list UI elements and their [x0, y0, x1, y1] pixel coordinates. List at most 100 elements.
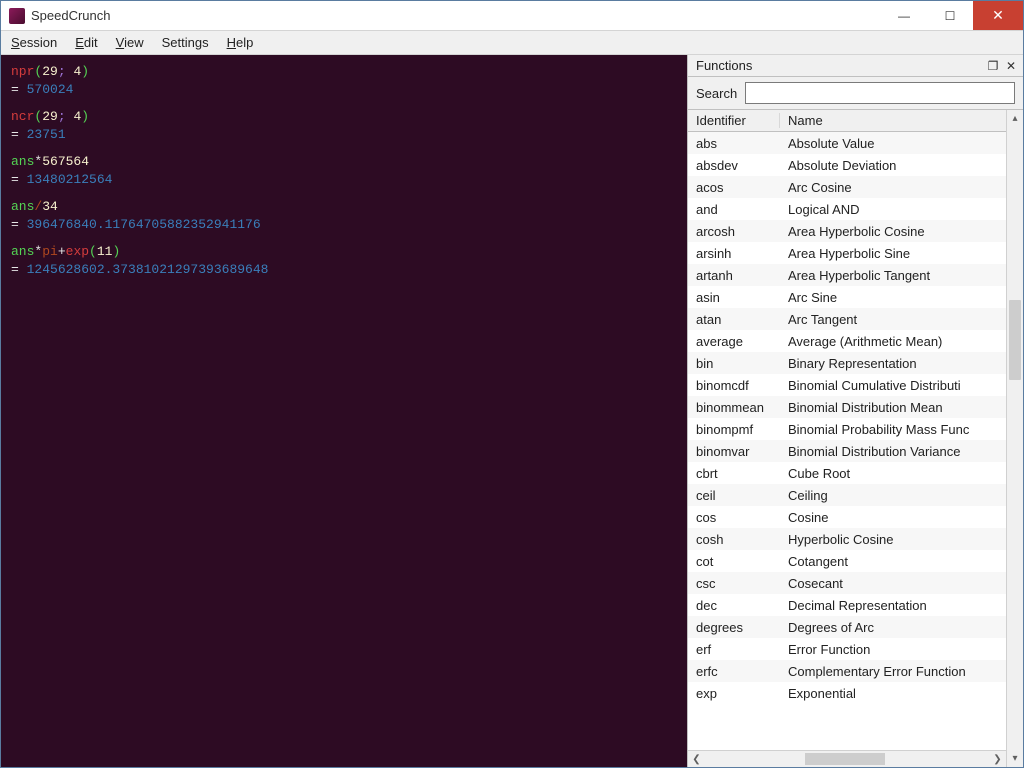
cell-identifier: cbrt: [688, 466, 780, 481]
cell-name: Cosine: [780, 510, 1006, 525]
panel-close-icon[interactable]: ✕: [1003, 59, 1019, 73]
result-line: = 23751: [11, 126, 677, 144]
col-name[interactable]: Name: [780, 113, 1006, 128]
functions-table: Identifier Name absAbsolute ValueabsdevA…: [688, 110, 1006, 767]
table-row[interactable]: cotCotangent: [688, 550, 1006, 572]
console-entry: ans*pi+exp(11)= 1245628602.3738102129739…: [11, 243, 677, 278]
cell-identifier: absdev: [688, 158, 780, 173]
cell-name: Binomial Distribution Variance: [780, 444, 1006, 459]
equals-sign: =: [11, 262, 27, 277]
functions-panel: Functions ❐ ✕ Search Identifier Name abs…: [687, 55, 1023, 767]
scroll-up-icon[interactable]: ▴: [1007, 110, 1023, 127]
table-row[interactable]: decDecimal Representation: [688, 594, 1006, 616]
menubar: Session Edit View Settings Help: [1, 31, 1023, 55]
menu-edit[interactable]: Edit: [75, 35, 97, 50]
table-wrap: Identifier Name absAbsolute ValueabsdevA…: [688, 109, 1023, 767]
table-row[interactable]: asinArc Sine: [688, 286, 1006, 308]
token-paren: ): [112, 244, 120, 259]
console[interactable]: npr(29; 4)= 570024ncr(29; 4)= 23751ans*5…: [1, 55, 687, 767]
table-row[interactable]: coshHyperbolic Cosine: [688, 528, 1006, 550]
table-row[interactable]: atanArc Tangent: [688, 308, 1006, 330]
table-row[interactable]: artanhArea Hyperbolic Tangent: [688, 264, 1006, 286]
undock-icon[interactable]: ❐: [985, 59, 1001, 73]
scroll-right-icon[interactable]: ❯: [989, 754, 1006, 765]
search-row: Search: [688, 77, 1023, 109]
table-row[interactable]: binomcdfBinomial Cumulative Distributi: [688, 374, 1006, 396]
token-num: 567564: [42, 154, 89, 169]
scroll-left-icon[interactable]: ❮: [688, 754, 705, 765]
vertical-scrollbar[interactable]: ▴ ▾: [1006, 110, 1023, 767]
token-ans: ans: [11, 199, 34, 214]
scroll-down-icon[interactable]: ▾: [1007, 750, 1023, 767]
token-fn: npr: [11, 64, 34, 79]
cell-name: Cotangent: [780, 554, 1006, 569]
cell-name: Binomial Distribution Mean: [780, 400, 1006, 415]
table-row[interactable]: cosCosine: [688, 506, 1006, 528]
token-sep: ;: [58, 64, 74, 79]
result-value: 13480212564: [27, 172, 113, 187]
table-row[interactable]: binommeanBinomial Distribution Mean: [688, 396, 1006, 418]
table-row[interactable]: ceilCeiling: [688, 484, 1006, 506]
menu-help[interactable]: Help: [227, 35, 254, 50]
table-row[interactable]: arcoshArea Hyperbolic Cosine: [688, 220, 1006, 242]
console-entry: ans*567564= 13480212564: [11, 153, 677, 188]
cell-identifier: erfc: [688, 664, 780, 679]
maximize-button[interactable]: ☐: [927, 1, 973, 30]
main-area: npr(29; 4)= 570024ncr(29; 4)= 23751ans*5…: [1, 55, 1023, 767]
table-row[interactable]: absdevAbsolute Deviation: [688, 154, 1006, 176]
minimize-button[interactable]: —: [881, 1, 927, 30]
window-title: SpeedCrunch: [31, 8, 881, 23]
search-input[interactable]: [745, 82, 1015, 104]
table-row[interactable]: absAbsolute Value: [688, 132, 1006, 154]
table-row[interactable]: binomvarBinomial Distribution Variance: [688, 440, 1006, 462]
cell-name: Degrees of Arc: [780, 620, 1006, 635]
cell-name: Area Hyperbolic Tangent: [780, 268, 1006, 283]
cell-identifier: cot: [688, 554, 780, 569]
cell-identifier: exp: [688, 686, 780, 701]
equals-sign: =: [11, 82, 27, 97]
table-row[interactable]: andLogical AND: [688, 198, 1006, 220]
console-entry: ncr(29; 4)= 23751: [11, 108, 677, 143]
table-row[interactable]: arsinhArea Hyperbolic Sine: [688, 242, 1006, 264]
table-row[interactable]: averageAverage (Arithmetic Mean): [688, 330, 1006, 352]
table-row[interactable]: binompmfBinomial Probability Mass Func: [688, 418, 1006, 440]
cell-name: Absolute Deviation: [780, 158, 1006, 173]
close-button[interactable]: ✕: [973, 1, 1023, 30]
cell-name: Error Function: [780, 642, 1006, 657]
cell-name: Area Hyperbolic Sine: [780, 246, 1006, 261]
cell-name: Area Hyperbolic Cosine: [780, 224, 1006, 239]
search-label: Search: [696, 86, 737, 101]
menu-settings[interactable]: Settings: [162, 35, 209, 50]
cell-name: Binomial Probability Mass Func: [780, 422, 1006, 437]
table-row[interactable]: erfError Function: [688, 638, 1006, 660]
cell-identifier: acos: [688, 180, 780, 195]
token-const: pi: [42, 244, 58, 259]
horizontal-scrollbar[interactable]: ❮ ❯: [688, 750, 1006, 767]
table-row[interactable]: erfcComplementary Error Function: [688, 660, 1006, 682]
col-identifier[interactable]: Identifier: [688, 113, 780, 128]
table-row[interactable]: binBinary Representation: [688, 352, 1006, 374]
cell-name: Complementary Error Function: [780, 664, 1006, 679]
cell-identifier: binomvar: [688, 444, 780, 459]
menu-session[interactable]: Session: [11, 35, 57, 50]
table-row[interactable]: cscCosecant: [688, 572, 1006, 594]
result-value: 23751: [27, 127, 66, 142]
hscroll-track[interactable]: [705, 751, 989, 767]
cell-identifier: dec: [688, 598, 780, 613]
menu-view[interactable]: View: [116, 35, 144, 50]
cell-name: Binomial Cumulative Distributi: [780, 378, 1006, 393]
vscroll-thumb[interactable]: [1009, 300, 1021, 380]
result-value: 570024: [27, 82, 74, 97]
table-row[interactable]: degreesDegrees of Arc: [688, 616, 1006, 638]
table-row[interactable]: expExponential: [688, 682, 1006, 704]
token-num: 29: [42, 109, 58, 124]
hscroll-thumb[interactable]: [805, 753, 885, 765]
table-row[interactable]: acosArc Cosine: [688, 176, 1006, 198]
cell-identifier: binompmf: [688, 422, 780, 437]
table-row[interactable]: cbrtCube Root: [688, 462, 1006, 484]
equals-sign: =: [11, 127, 27, 142]
cell-identifier: binommean: [688, 400, 780, 415]
cell-name: Logical AND: [780, 202, 1006, 217]
cell-identifier: cosh: [688, 532, 780, 547]
cell-name: Binary Representation: [780, 356, 1006, 371]
